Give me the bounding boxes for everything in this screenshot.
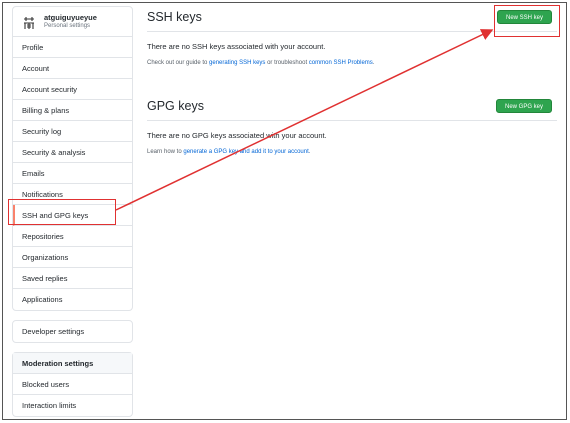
annotation-arrow-icon <box>115 29 494 211</box>
